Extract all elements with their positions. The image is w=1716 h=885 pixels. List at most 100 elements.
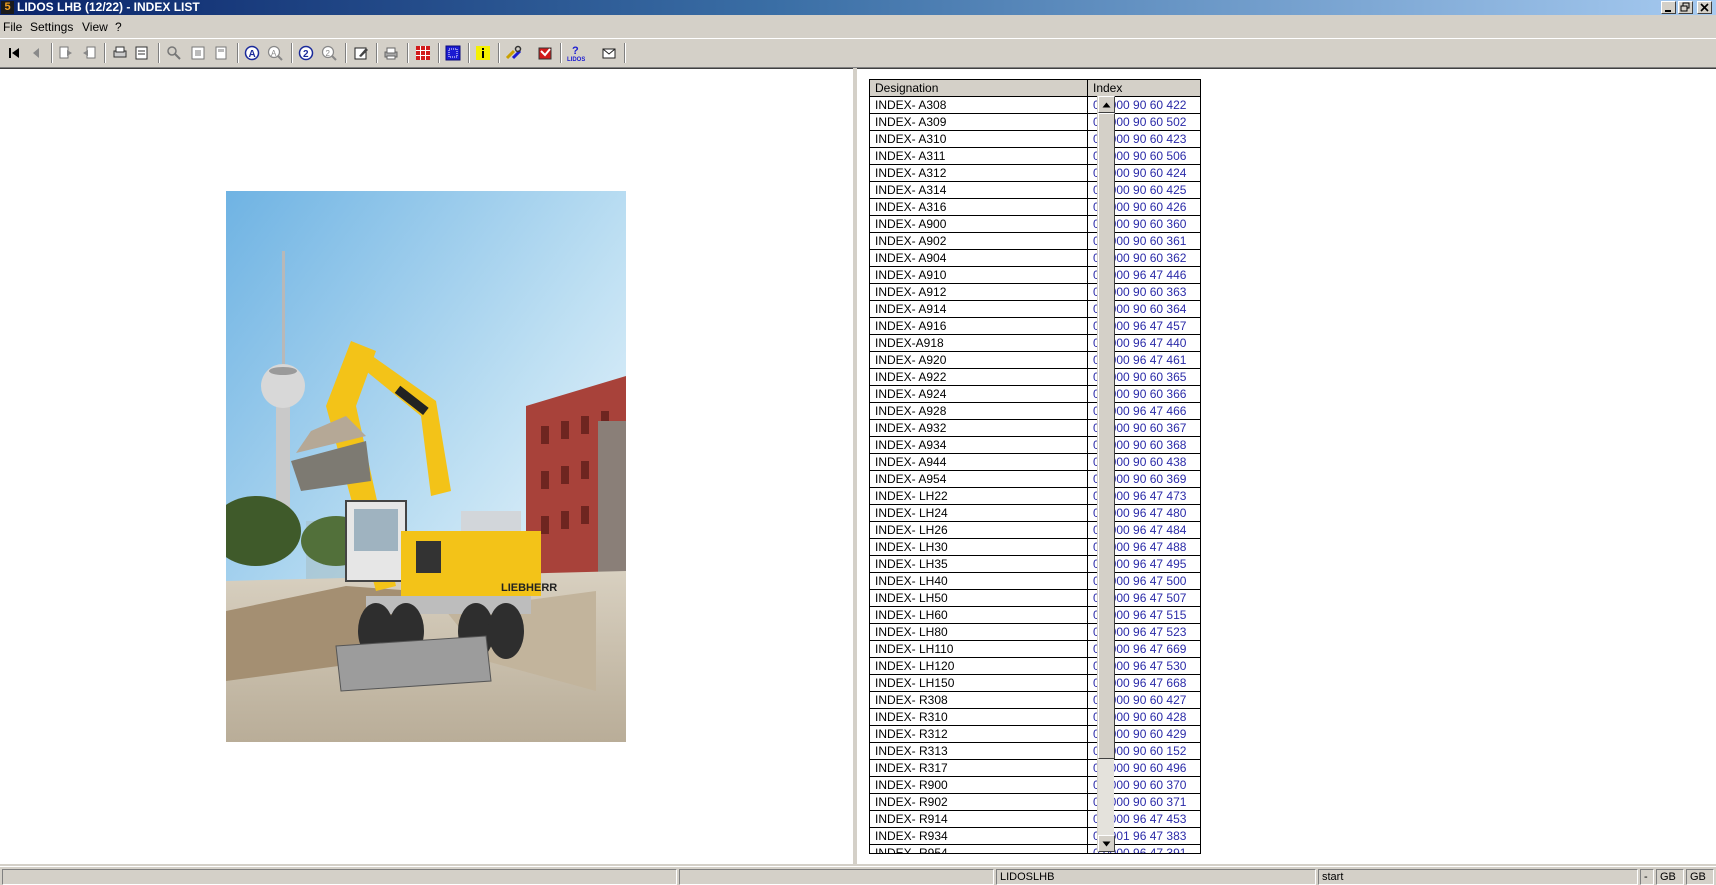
- table-row[interactable]: INDEX- A902 0 0000 90 60 361: [870, 233, 1200, 250]
- previous-page-icon[interactable]: [27, 44, 45, 62]
- back-icon[interactable]: [57, 44, 75, 62]
- designation-cell[interactable]: INDEX- R934: [870, 828, 1088, 844]
- table-scrollbar[interactable]: [1097, 96, 1115, 852]
- designation-cell[interactable]: INDEX- A920: [870, 352, 1088, 368]
- search-2-next-icon[interactable]: 2: [320, 44, 338, 62]
- table-row[interactable]: INDEX- R934 0 0001 96 47 383: [870, 828, 1200, 845]
- grid-icon[interactable]: [414, 44, 432, 62]
- table-row[interactable]: INDEX- A910 0 0000 96 47 446: [870, 267, 1200, 284]
- print-setup-icon[interactable]: [111, 44, 129, 62]
- designation-cell[interactable]: INDEX- A912: [870, 284, 1088, 300]
- table-row[interactable]: INDEX- R900 0 0000 90 60 370: [870, 777, 1200, 794]
- scroll-down-icon[interactable]: [1098, 835, 1115, 852]
- table-row[interactable]: INDEX- A316 0 0000 90 60 426: [870, 199, 1200, 216]
- menu-view[interactable]: View: [82, 20, 108, 34]
- designation-cell[interactable]: INDEX- A308: [870, 97, 1088, 113]
- table-row[interactable]: INDEX-A918 0 0000 96 47 440: [870, 335, 1200, 352]
- table-row[interactable]: INDEX- A311 0 0000 90 60 506: [870, 148, 1200, 165]
- table-row[interactable]: INDEX- LH110 0 0000 96 47 669: [870, 641, 1200, 658]
- designation-cell[interactable]: INDEX- R317: [870, 760, 1088, 776]
- restore-icon[interactable]: [1678, 1, 1693, 14]
- table-row[interactable]: INDEX- A920 0 0000 96 47 461: [870, 352, 1200, 369]
- table-row[interactable]: INDEX- LH150 0 0000 96 47 668: [870, 675, 1200, 692]
- designation-cell[interactable]: INDEX- LH30: [870, 539, 1088, 555]
- designation-cell[interactable]: INDEX- A914: [870, 301, 1088, 317]
- designation-cell[interactable]: INDEX- LH40: [870, 573, 1088, 589]
- designation-cell[interactable]: INDEX- A316: [870, 199, 1088, 215]
- designation-cell[interactable]: INDEX- LH22: [870, 488, 1088, 504]
- designation-cell[interactable]: INDEX- A310: [870, 131, 1088, 147]
- first-page-icon[interactable]: [5, 44, 23, 62]
- table-row[interactable]: INDEX- LH80 0 0000 96 47 523: [870, 624, 1200, 641]
- designation-cell[interactable]: INDEX- R900: [870, 777, 1088, 793]
- designation-cell[interactable]: INDEX- R308: [870, 692, 1088, 708]
- table-row[interactable]: INDEX- A924 0 0000 90 60 366: [870, 386, 1200, 403]
- search-a-icon[interactable]: A: [243, 44, 261, 62]
- table-row[interactable]: INDEX- A900 0 0000 90 60 360: [870, 216, 1200, 233]
- table-row[interactable]: INDEX- R902 0 0000 90 60 371: [870, 794, 1200, 811]
- designation-cell[interactable]: INDEX- A928: [870, 403, 1088, 419]
- table-row[interactable]: INDEX- LH60 0 0000 96 47 515: [870, 607, 1200, 624]
- table-row[interactable]: INDEX- A954 0 0000 90 60 369: [870, 471, 1200, 488]
- scroll-thumb[interactable]: [1098, 113, 1115, 759]
- close-icon[interactable]: [1697, 1, 1712, 14]
- lidos-help-icon[interactable]: ? LIDOS: [567, 44, 585, 62]
- designation-cell[interactable]: INDEX- R312: [870, 726, 1088, 742]
- table-row[interactable]: INDEX- A309 0 0000 90 60 502: [870, 114, 1200, 131]
- table-row[interactable]: INDEX- R954 0 0000 96 47 391: [870, 845, 1200, 853]
- designation-cell[interactable]: INDEX- A924: [870, 386, 1088, 402]
- table-row[interactable]: INDEX- LH40 0 0000 96 47 500: [870, 573, 1200, 590]
- designation-cell[interactable]: INDEX- A904: [870, 250, 1088, 266]
- designation-cell[interactable]: INDEX- A312: [870, 165, 1088, 181]
- designation-cell[interactable]: INDEX- LH50: [870, 590, 1088, 606]
- table-row[interactable]: INDEX- A310 0 0000 90 60 423: [870, 131, 1200, 148]
- table-row[interactable]: INDEX- LH120 0 0000 96 47 530: [870, 658, 1200, 675]
- table-row[interactable]: INDEX- A928 0 0000 96 47 466: [870, 403, 1200, 420]
- search-2-icon[interactable]: 2: [297, 44, 315, 62]
- designation-cell[interactable]: INDEX- R313: [870, 743, 1088, 759]
- mail-icon[interactable]: [600, 44, 618, 62]
- column-header-index[interactable]: Index: [1088, 80, 1200, 97]
- table-row[interactable]: INDEX- A932 0 0000 90 60 367: [870, 420, 1200, 437]
- print-icon[interactable]: [382, 44, 400, 62]
- menu-help[interactable]: ?: [115, 20, 122, 34]
- table-row[interactable]: INDEX- A312 0 0000 90 60 424: [870, 165, 1200, 182]
- column-header-designation[interactable]: Designation: [870, 80, 1088, 97]
- designation-cell[interactable]: INDEX- LH150: [870, 675, 1088, 691]
- designation-cell[interactable]: INDEX- R310: [870, 709, 1088, 725]
- table-row[interactable]: INDEX- LH35 0 0000 96 47 495: [870, 556, 1200, 573]
- designation-cell[interactable]: INDEX- LH60: [870, 607, 1088, 623]
- designation-cell[interactable]: INDEX- A954: [870, 471, 1088, 487]
- table-row[interactable]: INDEX- A944 0 0000 90 60 438: [870, 454, 1200, 471]
- designation-cell[interactable]: INDEX- A902: [870, 233, 1088, 249]
- info-icon[interactable]: [474, 44, 492, 62]
- designation-cell[interactable]: INDEX- R954: [870, 845, 1088, 853]
- select-icon[interactable]: [444, 44, 462, 62]
- designation-cell[interactable]: INDEX- A934: [870, 437, 1088, 453]
- designation-cell[interactable]: INDEX- A910: [870, 267, 1088, 283]
- minimize-icon[interactable]: [1661, 1, 1676, 14]
- title-bar[interactable]: 5 LIDOS LHB (12/22) - INDEX LIST: [0, 0, 1716, 15]
- designation-cell[interactable]: INDEX- LH110: [870, 641, 1088, 657]
- designation-cell[interactable]: INDEX- R902: [870, 794, 1088, 810]
- page-icon[interactable]: [212, 44, 230, 62]
- search-a-next-icon[interactable]: A: [266, 44, 284, 62]
- table-row[interactable]: INDEX- A916 0 0000 96 47 457: [870, 318, 1200, 335]
- designation-cell[interactable]: INDEX- LH80: [870, 624, 1088, 640]
- table-row[interactable]: INDEX- R310 0 0000 90 60 428: [870, 709, 1200, 726]
- table-row[interactable]: INDEX- A912 0 0000 90 60 363: [870, 284, 1200, 301]
- designation-cell[interactable]: INDEX-A918: [870, 335, 1088, 351]
- designation-cell[interactable]: INDEX- A900: [870, 216, 1088, 232]
- designation-cell[interactable]: INDEX- LH35: [870, 556, 1088, 572]
- print-preview-icon[interactable]: [133, 44, 151, 62]
- menu-file[interactable]: File: [3, 20, 22, 34]
- designation-cell[interactable]: INDEX- R914: [870, 811, 1088, 827]
- zoom-icon[interactable]: [165, 44, 183, 62]
- table-row[interactable]: INDEX- R308 0 0000 90 60 427: [870, 692, 1200, 709]
- menu-settings[interactable]: Settings: [30, 20, 73, 34]
- table-row[interactable]: INDEX- A904 0 0000 90 60 362: [870, 250, 1200, 267]
- table-row[interactable]: INDEX- A308 0 0000 90 60 422: [870, 97, 1200, 114]
- designation-cell[interactable]: INDEX- LH24: [870, 505, 1088, 521]
- table-row[interactable]: INDEX- LH30 0 0000 96 47 488: [870, 539, 1200, 556]
- table-row[interactable]: INDEX- LH22 0 0000 96 47 473: [870, 488, 1200, 505]
